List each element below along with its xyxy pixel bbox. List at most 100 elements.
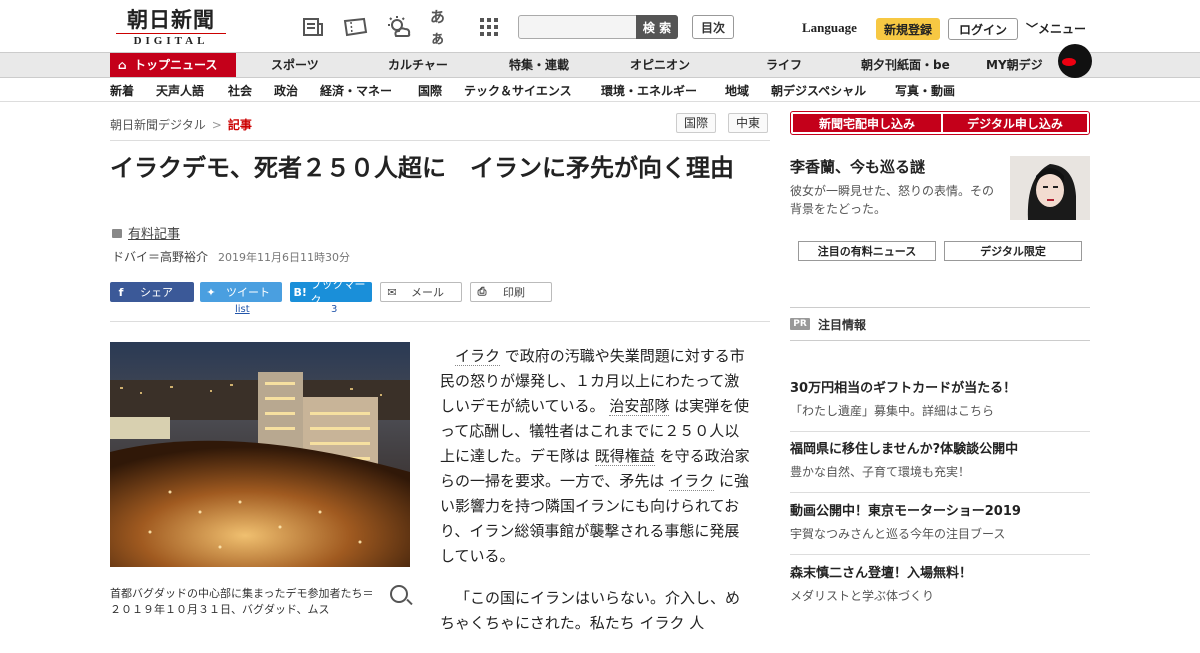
lock-icon [112,229,122,238]
pr-item-title[interactable]: 30万円相当のギフトカードが当たる！ [790,380,1090,398]
menu-button[interactable]: ﹀メニュー [1026,20,1086,37]
nav-culture[interactable]: カルチャー [388,53,448,77]
language-link[interactable]: Language [802,20,857,36]
pr-item-subtitle: メダリストと学ぶ体づくり [790,589,935,603]
mascot-icon[interactable] [1058,44,1092,78]
pr-item-title[interactable]: 森末慎二さん登壇！入場無料！ [790,565,1090,583]
weather-icon[interactable] [386,14,412,40]
mail-icon: ✉ [387,285,397,299]
share-label: 印刷 [503,286,525,299]
tag-middle-east[interactable]: 中東 [728,113,769,133]
nav2-world[interactable]: 国際 [418,82,442,99]
feature-thumbnail[interactable] [1010,156,1090,220]
pr-item-subtitle: 豊かな自然、子育て環境も充実！ [790,465,971,479]
nav-my-asahi[interactable]: MY朝デジ [986,53,1043,77]
article-paragraph: 「この国にイランはいらない。介入し、めちゃくちゃにされた。私たち イラク 人 [440,589,741,632]
divider [110,140,770,141]
home-icon: ⌂ [118,58,127,72]
ticket-icon[interactable] [342,14,368,40]
nav2-tech[interactable]: テック＆サイエンス [464,82,572,99]
hatena-count[interactable]: 3 [331,304,337,315]
print-button[interactable]: ⎙ 印刷 [470,282,552,302]
hatena-bookmark-button[interactable]: B! ブックマーク [290,278,372,307]
font-size-icon[interactable]: あぁ [430,8,456,47]
breadcrumb: 朝日新聞デジタル > 記事 [110,116,252,133]
digital-subscribe-button[interactable]: デジタル申し込み [943,114,1087,132]
pr-item-title[interactable]: 福岡県に移住しませんか?体験談公開中 [790,441,1090,459]
pr-item[interactable]: 森末慎二さん登壇！入場無料！ メダリストと学ぶ体づくり [790,565,1090,606]
photo-caption: 首都バグダッドの中心部に集まったデモ参加者たち＝２０１９年１０月３１日、バグダッ… [110,587,374,616]
nav2-society[interactable]: 社会 [228,82,252,99]
zoom-icon[interactable] [390,585,408,603]
paid-news-button[interactable]: 注目の有料ニュース [798,241,936,261]
article-body: イラク で政府の汚職や失業問題に対する市民の怒りが爆発し、１カ月以上にわたって激… [440,344,750,653]
nav-features[interactable]: 特集・連載 [509,53,569,77]
paid-label-text: 有料記事 [128,227,181,242]
breadcrumb-home[interactable]: 朝日新聞デジタル [110,118,206,132]
divider [790,492,1090,493]
pr-item-title[interactable]: 動画公開中！東京モーターショー2019 [790,503,1090,521]
nav-life[interactable]: ライフ [766,53,802,77]
print-icon: ⎙ [477,285,487,298]
secondary-nav: 新着 天声人語 社会 政治 経済・マネー 国際 テック＆サイエンス 環境・エネル… [0,78,1200,102]
tag-world[interactable]: 国際 [676,113,717,133]
breadcrumb-current: 記事 [227,118,252,132]
primary-nav: ⌂ トップニュース スポーツ カルチャー 特集・連載 オピニオン ライフ 朝夕刊… [0,52,1200,78]
nav2-environment[interactable]: 環境・エネルギー [601,82,697,99]
divider [110,321,770,322]
mail-share-button[interactable]: ✉ メール [380,282,462,302]
pr-section-title: 注目情報 [818,318,867,332]
keyword-link[interactable]: イラク [455,347,501,366]
paid-article-label[interactable]: 有料記事 [112,223,180,242]
keyword-link[interactable]: イラク [669,472,715,491]
article-photo[interactable] [110,342,410,567]
subscribe-cta: 新聞宅配申し込み デジタル申し込み [790,111,1090,135]
nav2-photo[interactable]: 写真・動画 [895,82,955,99]
twitter-share-button[interactable]: ✦ ツイート [200,282,282,302]
nav2-tenseijingo[interactable]: 天声人語 [156,82,204,99]
search-button[interactable]: 検 索 [636,15,678,39]
nav-sports[interactable]: スポーツ [271,53,319,77]
divider [790,307,1090,308]
share-label: ツイート [226,286,270,299]
divider [790,554,1090,555]
grid-icon[interactable] [476,14,502,40]
contents-button[interactable]: 目次 [692,15,734,39]
nav2-local[interactable]: 地域 [725,82,749,99]
twitter-icon: ✦ [206,285,216,299]
pr-item[interactable]: 福岡県に移住しませんか?体験談公開中 豊かな自然、子育て環境も充実！ [790,441,1090,493]
twitter-count[interactable]: list [235,304,250,315]
keyword-link[interactable]: 既得権益 [594,447,655,466]
newspaper-icon[interactable] [300,14,326,40]
keyword-link[interactable]: 治安部隊 [609,397,670,416]
feature-text: 彼女が一瞬見せた、怒りの表情。その背景をたどった。 [790,184,995,216]
nav-opinion[interactable]: オピニオン [630,53,690,77]
pr-badge: PR [790,318,810,330]
share-label: メール [411,286,444,299]
divider [790,340,1090,341]
newspaper-delivery-button[interactable]: 新聞宅配申し込み [793,114,941,132]
menu-label: メニュー [1038,22,1087,36]
nav2-economy[interactable]: 経済・マネー [320,82,392,99]
login-button[interactable]: ログイン [948,18,1018,40]
breadcrumb-separator: > [211,118,222,132]
pr-item-subtitle: 「わたし遺産」募集中。詳細はこちら [790,404,995,418]
feature-title[interactable]: 李香蘭、今も巡る謎 [790,156,925,177]
publish-date: 2019年11月6日11時30分 [218,251,350,264]
nav2-special[interactable]: 朝デジスペシャル [771,82,866,99]
site-logo[interactable]: 朝日新聞 DIGITAL [116,8,226,48]
nav2-new[interactable]: 新着 [110,82,134,99]
byline: ドバイ＝高野裕介 2019年11月6日11時30分 [112,248,350,265]
digital-only-button[interactable]: デジタル限定 [944,241,1082,261]
nav-label: トップニュース [134,58,218,72]
pr-item[interactable]: 動画公開中！東京モーターショー2019 宇賀なつみさんと巡る今年の注目ブース [790,503,1090,555]
nav-top-news[interactable]: ⌂ トップニュース [110,53,236,77]
facebook-share-button[interactable]: f シェア [110,282,194,302]
pr-item[interactable]: 30万円相当のギフトカードが当たる！ 「わたし遺産」募集中。詳細はこちら [790,380,1090,432]
nav-paper[interactable]: 朝夕刊紙面・be [861,53,950,77]
divider [790,431,1090,432]
article-title: イラクデモ、死者２５０人超に イランに矛先が向く理由 [110,154,734,182]
share-label: シェア [140,286,173,299]
nav2-politics[interactable]: 政治 [274,82,298,99]
register-button[interactable]: 新規登録 [876,18,940,40]
